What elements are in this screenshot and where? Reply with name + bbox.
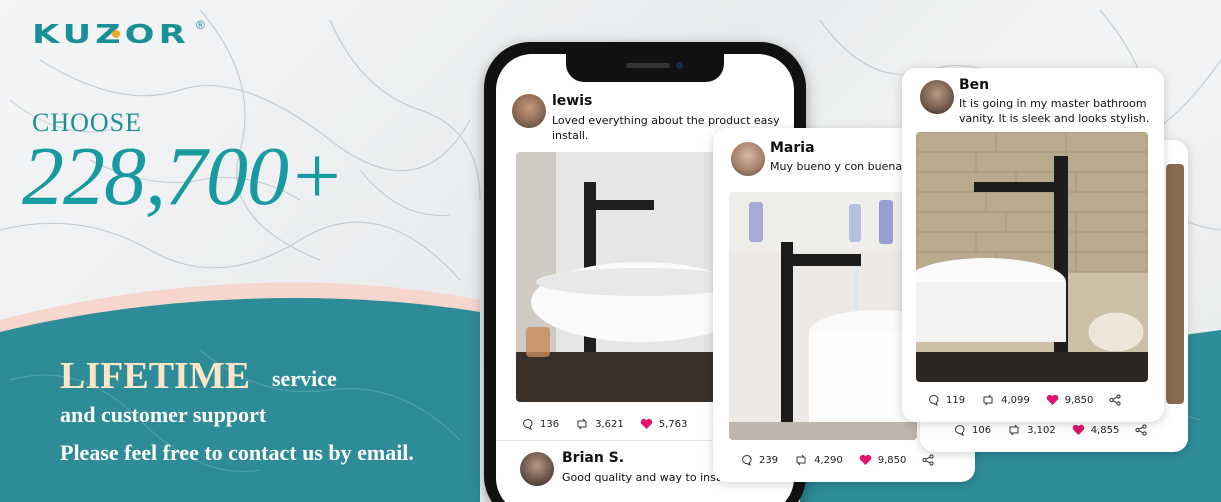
- avatar: [731, 142, 765, 176]
- camera-icon: [676, 62, 683, 69]
- comment-count[interactable]: 136: [522, 418, 559, 430]
- comment-icon: [742, 454, 752, 466]
- review-card-ben: Ben It is going in my master bathroom va…: [902, 68, 1164, 422]
- avatar: [520, 452, 554, 486]
- repost-icon: [577, 418, 587, 430]
- repost-count[interactable]: 4,099: [981, 394, 1030, 406]
- like-count[interactable]: 9,850: [859, 454, 906, 466]
- repost-icon: [796, 454, 806, 466]
- customer-count: 228,700+: [22, 130, 345, 223]
- comment-icon: [523, 418, 533, 430]
- review-comment: It is going in my master bathroom vanity…: [959, 97, 1150, 125]
- comment-icon: [955, 424, 965, 436]
- heart-icon: [1072, 424, 1084, 435]
- comment-count[interactable]: 106: [954, 424, 991, 436]
- comment-count[interactable]: 239: [741, 454, 778, 466]
- reviewer-name: Ben: [959, 77, 990, 93]
- review-stats: 119 4,099 9,850: [928, 394, 1143, 406]
- like-count[interactable]: 5,763: [640, 418, 687, 430]
- repost-count[interactable]: 3,102: [1007, 424, 1056, 436]
- share-icon: [922, 454, 934, 466]
- lifetime-heading: LIFETIME: [60, 355, 251, 397]
- phone-speaker: [626, 63, 670, 68]
- share-button[interactable]: [1109, 394, 1127, 406]
- comment-count[interactable]: 119: [928, 394, 965, 406]
- heart-icon: [640, 418, 652, 429]
- share-icon: [1109, 394, 1121, 406]
- brand-logo: KUZOR: [32, 20, 190, 50]
- contact-line: Please feel free to contact us by email.: [60, 440, 414, 465]
- promo-banner: KUZOR ® CHOOSE 228,700+ LIFETIME service…: [0, 0, 1221, 502]
- heart-icon: [1046, 394, 1058, 405]
- reviewer-name: lewis: [552, 93, 593, 109]
- repost-icon: [983, 394, 993, 406]
- share-button[interactable]: [922, 454, 940, 466]
- service-word: service: [272, 366, 337, 391]
- share-icon: [1135, 424, 1147, 436]
- heart-icon: [859, 454, 871, 465]
- like-count[interactable]: 4,855: [1072, 424, 1119, 436]
- review-stats: 136 3,621 5,763: [522, 418, 703, 430]
- review-comment: Good quality and way to install: [562, 471, 722, 484]
- product-photo: [729, 192, 917, 440]
- registered-mark: ®: [196, 18, 205, 32]
- product-photo: [516, 152, 716, 402]
- reviewer-name: Brian S.: [562, 450, 625, 466]
- logo-dot-icon: [112, 30, 120, 38]
- like-count[interactable]: 9,850: [1046, 394, 1093, 406]
- review-stats: 239 4,290 9,850: [741, 454, 956, 466]
- repost-icon: [1009, 424, 1019, 436]
- avatar: [512, 94, 546, 128]
- support-line: and customer support: [60, 402, 267, 427]
- product-photo: [916, 132, 1148, 382]
- repost-count[interactable]: 3,621: [575, 418, 624, 430]
- comment-icon: [929, 394, 939, 406]
- review-stats: 106 3,102 4,855: [954, 424, 1169, 436]
- avatar: [920, 80, 954, 114]
- share-button[interactable]: [1135, 424, 1153, 436]
- product-photo: [1166, 164, 1184, 404]
- reviewer-name: Maria: [770, 140, 815, 156]
- repost-count[interactable]: 4,290: [794, 454, 843, 466]
